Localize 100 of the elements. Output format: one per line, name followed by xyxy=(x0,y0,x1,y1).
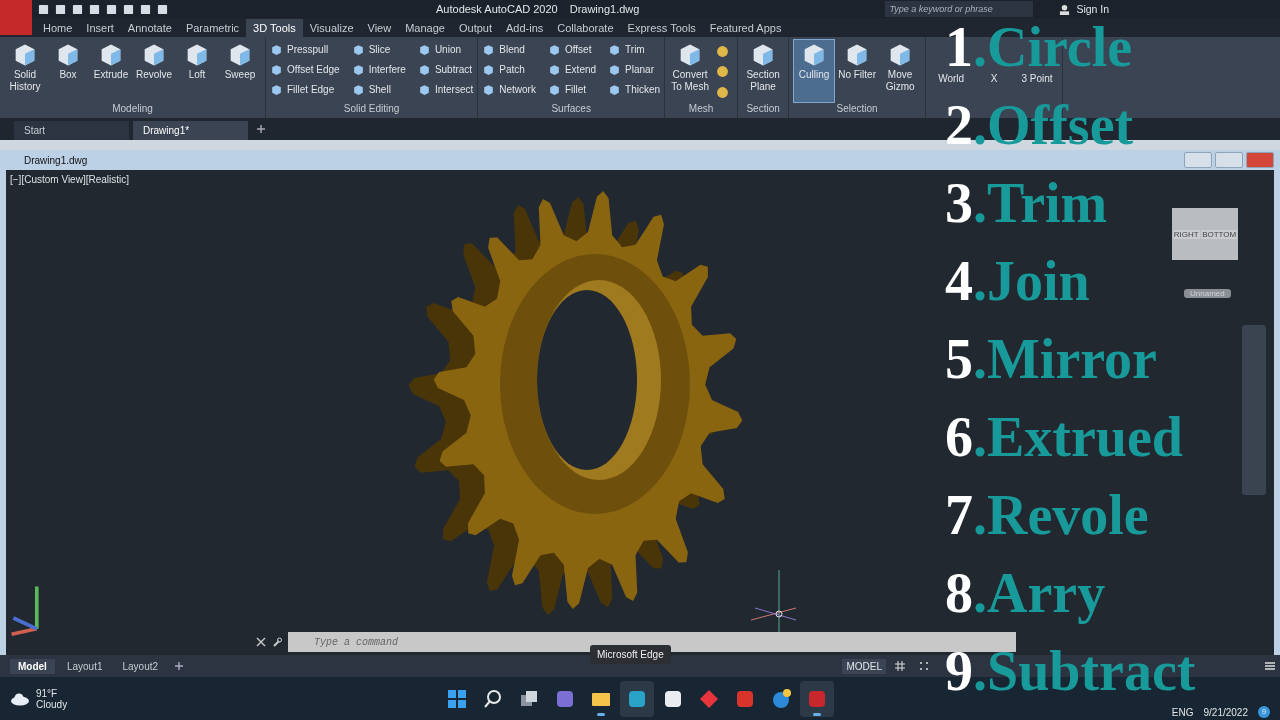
ribbon-tab[interactable]: Visualize xyxy=(302,19,361,37)
date[interactable]: 9/21/2022 xyxy=(1203,707,1248,718)
cube-icon[interactable] xyxy=(270,42,283,56)
ribbon-tool[interactable]: No Filter xyxy=(836,39,879,103)
cube-icon[interactable] xyxy=(417,62,431,76)
document-tab[interactable]: Start xyxy=(14,121,129,140)
cube-face-label[interactable]: BOTTOM xyxy=(1201,229,1238,239)
ribbon-tool[interactable]: Trim xyxy=(625,43,645,55)
toolbar-icon[interactable] xyxy=(38,3,49,15)
ribbon-tool[interactable]: Sweep xyxy=(219,39,261,103)
ribbon-tool[interactable]: Network xyxy=(499,83,536,95)
menu-icon[interactable] xyxy=(1264,660,1276,672)
ribbon-tool[interactable]: 3 Point xyxy=(1016,71,1059,87)
sphere-icon[interactable] xyxy=(716,44,730,58)
cube-icon[interactable] xyxy=(417,82,431,96)
cube-icon[interactable] xyxy=(351,62,365,76)
panel-title[interactable]: Selection xyxy=(793,103,922,118)
ribbon-tab[interactable]: Express Tools xyxy=(620,19,703,37)
grid-icon[interactable] xyxy=(894,660,906,672)
ribbon-tool[interactable]: Extrude xyxy=(90,39,132,103)
panel-title[interactable]: Modeling xyxy=(4,103,261,118)
viewcube[interactable]: RIGHT BOTTOM xyxy=(1172,208,1238,260)
panel-title[interactable]: Section xyxy=(742,103,785,118)
add-layout-icon[interactable] xyxy=(174,661,185,671)
start-icon[interactable] xyxy=(447,688,467,709)
cube-icon[interactable] xyxy=(482,82,496,96)
toolbar-icon[interactable] xyxy=(55,3,66,15)
taskbar-button[interactable] xyxy=(620,680,654,717)
diamond-icon[interactable] xyxy=(699,688,719,709)
user-icon[interactable] xyxy=(1059,3,1071,15)
ribbon-tool[interactable]: Offset Edge xyxy=(287,63,340,75)
ribbon-tool[interactable]: Extend xyxy=(564,63,597,75)
ribbon-tab[interactable]: 3D Tools xyxy=(246,19,303,37)
ribbon-tab[interactable]: Annotate xyxy=(120,19,179,37)
ribbon-tool[interactable]: Box xyxy=(47,39,89,103)
ribbon-tool[interactable]: Shell xyxy=(368,83,391,95)
model-space-button[interactable]: MODEL xyxy=(842,658,886,674)
cube-icon[interactable] xyxy=(351,42,365,56)
search-field[interactable]: Type a keyword or phrase xyxy=(885,1,1034,17)
ribbon-tab[interactable]: Insert xyxy=(79,19,121,37)
language-indicator[interactable]: ENG xyxy=(1171,707,1194,718)
sphere-icon[interactable] xyxy=(716,65,730,79)
ribbon-tool[interactable]: Fillet Edge xyxy=(287,83,335,95)
cube-icon[interactable] xyxy=(608,82,622,96)
ribbon-tool[interactable]: Subtract xyxy=(434,63,473,75)
ribbon-tool[interactable]: Section Plane xyxy=(742,39,785,103)
add-tab-icon[interactable] xyxy=(256,124,266,134)
layout-tab[interactable]: Model xyxy=(10,658,55,674)
viewport-label[interactable]: [−][Custom View][Realistic] xyxy=(10,174,130,185)
layout-tab[interactable]: Layout2 xyxy=(114,658,167,674)
ribbon-tool[interactable]: Offset xyxy=(564,43,592,55)
ribbon-tool[interactable]: World xyxy=(930,71,973,87)
cube-icon[interactable] xyxy=(482,62,496,76)
app-icon[interactable] xyxy=(735,688,755,709)
cube-face-label[interactable]: RIGHT xyxy=(1172,229,1200,239)
cube-icon[interactable] xyxy=(547,82,561,96)
cube-icon[interactable] xyxy=(547,62,561,76)
toolbar-icon[interactable] xyxy=(157,3,168,15)
cube-icon[interactable] xyxy=(270,62,283,76)
toolbar-icon[interactable] xyxy=(72,3,83,15)
ribbon-tab[interactable]: Output xyxy=(451,19,499,37)
panel-title[interactable]: Solid Editing xyxy=(270,103,474,118)
search-icon[interactable] xyxy=(483,688,503,709)
ribbon-tab[interactable]: Parametric xyxy=(178,19,247,37)
ribbon-tool[interactable]: Solid History xyxy=(4,39,46,103)
panel-title[interactable]: Mesh xyxy=(669,103,734,118)
toolbar-icon[interactable] xyxy=(123,3,134,15)
ribbon-tool[interactable]: Fillet xyxy=(564,83,587,95)
close-icon[interactable] xyxy=(256,637,266,647)
wrench-icon[interactable] xyxy=(272,637,282,647)
ribbon-tool[interactable]: Presspull xyxy=(287,43,329,55)
ribbon-tool[interactable]: Union xyxy=(434,43,462,55)
toolbar-icon[interactable] xyxy=(89,3,100,15)
toolbar-icon[interactable] xyxy=(106,3,117,15)
sign-in-link[interactable]: Sign In xyxy=(1076,3,1110,15)
help-icon[interactable] xyxy=(771,688,791,709)
ribbon-tab[interactable]: Manage xyxy=(398,19,452,37)
ribbon-tab[interactable]: Featured Apps xyxy=(702,19,789,37)
cube-icon[interactable] xyxy=(608,62,622,76)
cube-icon[interactable] xyxy=(270,82,283,96)
snap-icon[interactable] xyxy=(918,660,930,672)
cube-icon[interactable] xyxy=(547,42,561,56)
ribbon-tool[interactable]: Loft xyxy=(176,39,218,103)
ribbon-tool[interactable]: Revolve xyxy=(133,39,175,103)
ribbon-tool[interactable]: Intersect xyxy=(434,83,474,95)
ribbon-tool[interactable]: Interfere xyxy=(368,63,406,75)
ribbon-tool[interactable]: Planar xyxy=(625,63,654,75)
ribbon-tab[interactable]: Collaborate xyxy=(550,19,621,37)
ribbon-tab[interactable]: View xyxy=(360,19,399,37)
ribbon-tab[interactable]: Add-ins xyxy=(499,19,551,37)
layout-tab[interactable]: Layout1 xyxy=(58,658,111,674)
ribbon-tool[interactable]: Convert To Mesh xyxy=(669,39,712,103)
ribbon-tool[interactable]: Blend xyxy=(499,43,525,55)
ribbon-tool[interactable]: Patch xyxy=(499,63,525,75)
ribbon-tool[interactable]: X xyxy=(973,71,1016,87)
cube-icon[interactable] xyxy=(608,42,622,56)
ribbon-tool[interactable]: Move Gizmo xyxy=(879,39,922,103)
task-view-icon[interactable] xyxy=(519,688,539,709)
ribbon-tool[interactable]: Slice xyxy=(368,43,391,55)
panel-title[interactable]: Surfaces xyxy=(482,103,661,118)
